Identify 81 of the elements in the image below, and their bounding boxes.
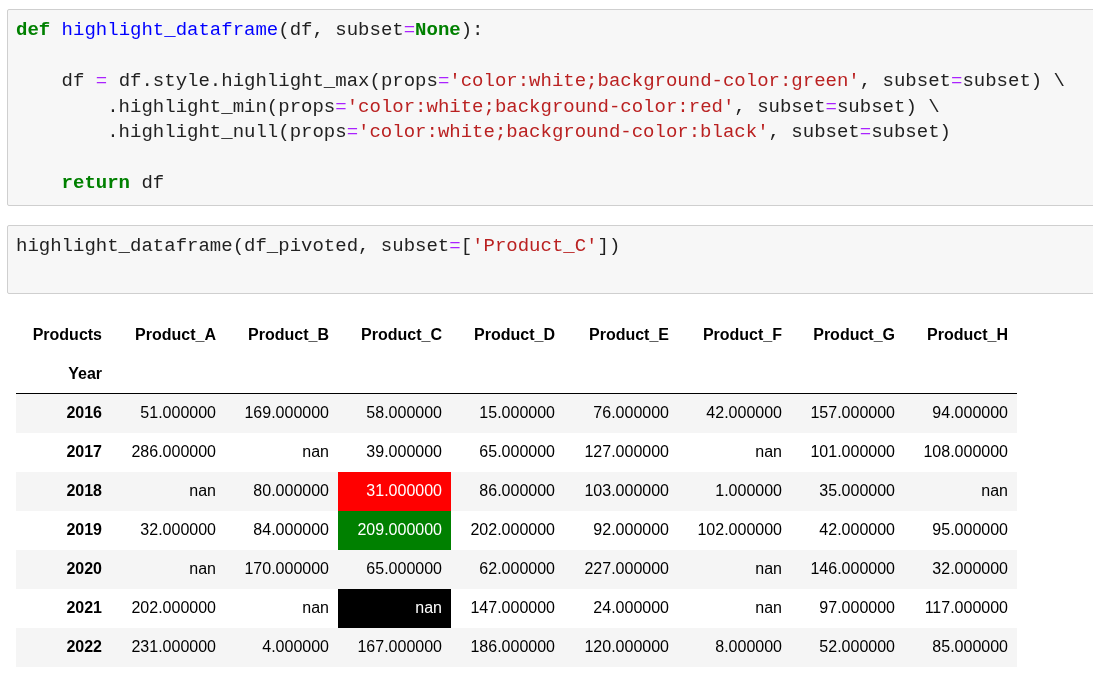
table-cell-text: 42.000000: [705, 403, 783, 423]
table-cell-text: 76.000000: [592, 403, 670, 423]
table-cell-text: nan: [754, 598, 783, 618]
code-cell[interactable]: highlight_dataframe(df_pivoted, subset=['Product_C']): [7, 224, 1093, 294]
table-cell-text: 4.000000: [261, 637, 330, 657]
table-cell: nan: [338, 588, 451, 628]
code-cell[interactable]: [7, 9, 1093, 206]
row-header: 2016: [66, 403, 102, 423]
table-cell-text: 97.000000: [818, 598, 896, 618]
table-cell-text: nan: [980, 481, 1009, 501]
table-cell-text: 94.000000: [931, 403, 1009, 423]
index-header: Year: [68, 363, 102, 384]
table-cell-text: 286.000000: [130, 442, 217, 462]
table-cell: 31.000000: [338, 471, 451, 511]
table-cell-text: 39.000000: [365, 442, 443, 462]
table-cell-text: 170.000000: [243, 559, 330, 579]
row-header: 2020: [66, 559, 102, 579]
row-header: 2018: [66, 481, 102, 501]
table-cell-text: 186.000000: [469, 637, 556, 657]
table-cell-text: 80.000000: [252, 481, 330, 501]
table-cell-text: 231.000000: [130, 637, 217, 657]
table-cell-text: 62.000000: [478, 559, 556, 579]
table-cell-text: 92.000000: [592, 520, 670, 540]
column-header: Product_C: [361, 325, 442, 345]
table-cell-text: 117.000000: [923, 598, 1009, 618]
table-cell-text: 146.000000: [809, 559, 896, 579]
table-cell-text: 32.000000: [931, 559, 1009, 579]
table-cell-text: 227.000000: [583, 559, 670, 579]
table-cell-text: 84.000000: [252, 520, 330, 540]
table-cell-text: nan: [754, 442, 783, 462]
table-cell-text: 103.000000: [583, 481, 670, 501]
table-cell-text: nan: [301, 442, 330, 462]
code-line: df = df.style.highlight_max(props='color:white;background-color:green', subset=subset) \: [60, 69, 1065, 94]
table-cell: 209.000000: [338, 510, 451, 550]
table-cell-text: 86.000000: [478, 481, 556, 501]
table-cell-text: 51.000000: [139, 403, 217, 423]
table-cell-text: 120.000000: [583, 637, 670, 657]
table-cell-text: 42.000000: [818, 520, 896, 540]
table-cell-text: 24.000000: [592, 598, 670, 618]
table-cell-text: 32.000000: [139, 520, 217, 540]
column-header: Product_H: [927, 325, 1008, 345]
table-cell-text: 167.000000: [356, 637, 443, 657]
code-line: return df: [60, 171, 165, 196]
table-cell-text: 95.000000: [931, 520, 1009, 540]
table-cell-text: 108.000000: [922, 442, 1009, 462]
table-cell-text: 15.000000: [478, 403, 556, 423]
table-cell-text: 102.000000: [696, 520, 783, 540]
table-cell-text: 101.000000: [809, 442, 896, 462]
table-cell-text: 202.000000: [469, 520, 556, 540]
table-cell-text: 147.000000: [469, 598, 556, 618]
table-cell-text: 1.000000: [714, 481, 783, 501]
column-header: Product_G: [813, 325, 895, 345]
table-cell-text: 157.000000: [809, 403, 896, 423]
table-cell-text: 169.000000: [243, 403, 330, 423]
column-header: Product_F: [702, 325, 782, 345]
table-cell-text: 65.000000: [365, 559, 443, 579]
column-header: Product_D: [474, 325, 555, 345]
table-cell-text: 127.000000: [583, 442, 670, 462]
row-header: 2019: [66, 520, 102, 540]
column-header: Product_E: [589, 325, 669, 345]
table-cell-text: 65.000000: [478, 442, 556, 462]
table-cell-text: nan: [301, 598, 330, 618]
table-cell-text: 202.000000: [130, 598, 217, 618]
column-header: Product_A: [135, 325, 216, 345]
row-header: 2017: [66, 442, 102, 462]
table-cell-text: nan: [188, 559, 217, 579]
table-cell-text: nan: [754, 559, 783, 579]
code-line: .highlight_null(props='color:white;background-color:black', subset=subset): [106, 120, 951, 145]
table-cell-text: 58.000000: [365, 403, 443, 423]
table-cell-text: 8.000000: [714, 637, 783, 657]
table-cell-text: 35.000000: [818, 481, 896, 501]
code-line: .highlight_min(props='color:white;background-color:red', subset=subset) \: [106, 94, 940, 120]
table-cell-text: nan: [188, 481, 217, 501]
table-cell-text: 85.000000: [931, 637, 1009, 657]
code-line: highlight_dataframe(df_pivoted, subset=['Product_C']): [16, 233, 621, 259]
table-cell-text: 52.000000: [818, 637, 896, 657]
column-header: Products: [32, 325, 102, 345]
row-header: 2022: [66, 637, 102, 657]
column-header: Product_B: [248, 325, 329, 345]
row-header: 2021: [66, 598, 102, 618]
code-line: def highlight_dataframe(df, subset=None):: [16, 18, 484, 43]
